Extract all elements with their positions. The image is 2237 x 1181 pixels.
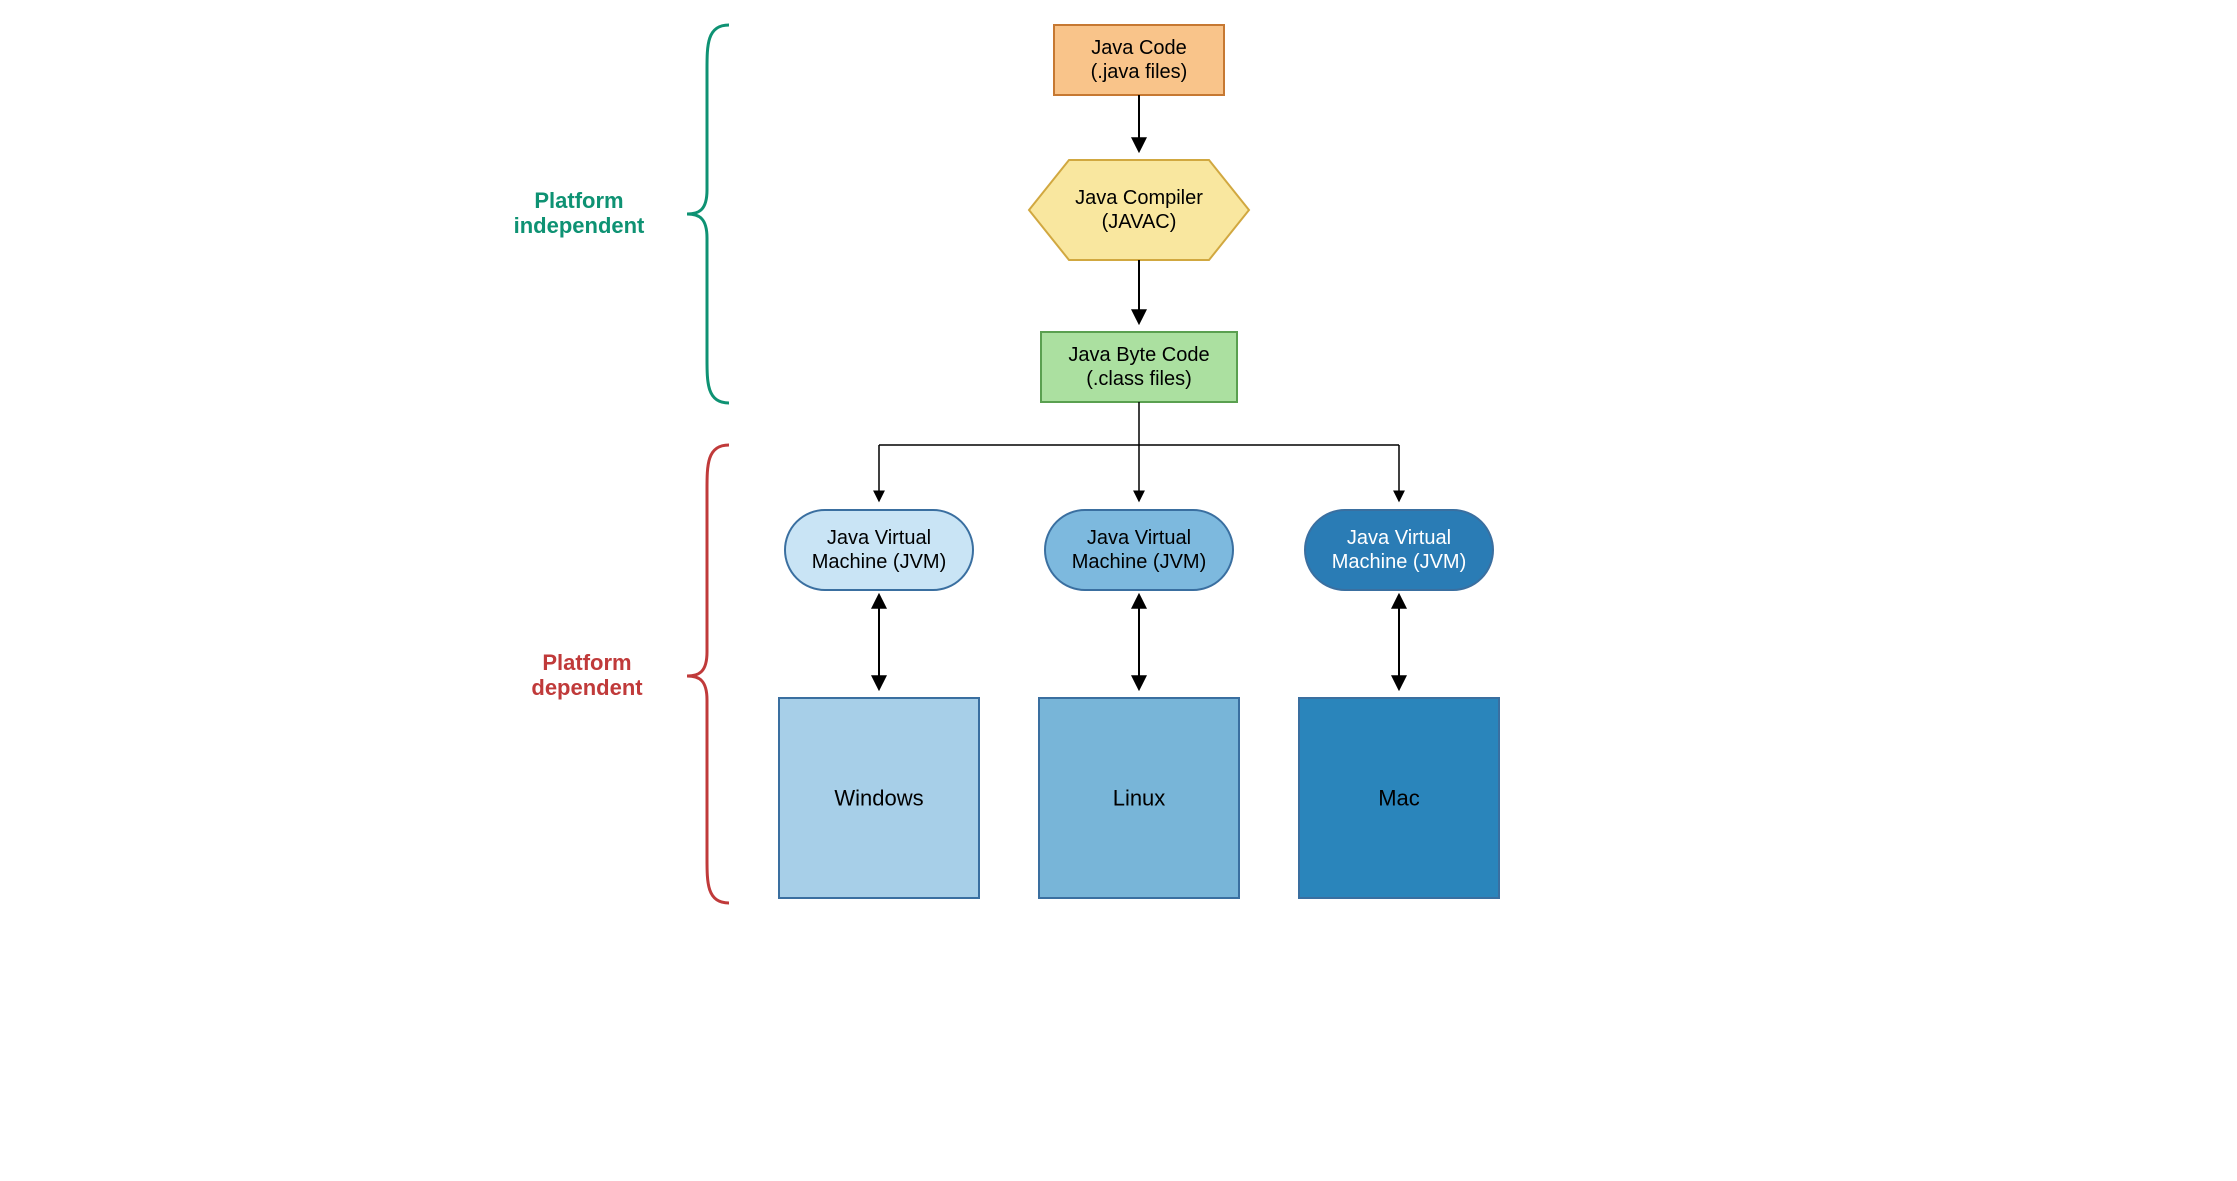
platform-dependent-label-1: Platform <box>542 650 631 675</box>
jvm1-label-1: Java Virtual <box>826 527 930 549</box>
jvm3-label-2: Machine (JVM) <box>1331 551 1465 573</box>
os2-label: Linux <box>1112 786 1165 811</box>
jvm1-label-2: Machine (JVM) <box>811 551 945 573</box>
platform-dependent-label-2: dependent <box>531 675 643 700</box>
jvm-windows-node: Java Virtual Machine (JVM) <box>785 510 973 590</box>
platform-independent-label-2: independent <box>513 213 644 238</box>
os1-label: Windows <box>834 786 923 811</box>
java-platform-diagram: Java Code (.java files) Java Compiler (J… <box>369 0 1869 1080</box>
bytecode-fork <box>879 402 1399 500</box>
jvm2-label-1: Java Virtual <box>1086 527 1190 549</box>
jvm3-label-1: Java Virtual <box>1346 527 1450 549</box>
java-code-label-1: Java Code <box>1091 37 1187 59</box>
jvm-mac-node: Java Virtual Machine (JVM) <box>1305 510 1493 590</box>
jvm-linux-node: Java Virtual Machine (JVM) <box>1045 510 1233 590</box>
java-code-label-2: (.java files) <box>1090 61 1187 83</box>
javac-label-1: Java Compiler <box>1075 187 1203 209</box>
jvm2-label-2: Machine (JVM) <box>1071 551 1205 573</box>
java-code-node: Java Code (.java files) <box>1054 25 1224 95</box>
platform-independent-brace: Platform independent <box>513 25 728 403</box>
bytecode-node: Java Byte Code (.class files) <box>1041 332 1237 402</box>
os3-label: Mac <box>1378 786 1420 811</box>
javac-label-2: (JAVAC) <box>1101 211 1176 233</box>
java-compiler-node: Java Compiler (JAVAC) <box>1029 160 1249 260</box>
windows-os-node: Windows <box>779 698 979 898</box>
platform-independent-label-1: Platform <box>534 188 623 213</box>
bytecode-label-1: Java Byte Code <box>1068 344 1209 366</box>
mac-os-node: Mac <box>1299 698 1499 898</box>
bytecode-label-2: (.class files) <box>1086 368 1192 390</box>
platform-dependent-brace: Platform dependent <box>531 445 729 903</box>
linux-os-node: Linux <box>1039 698 1239 898</box>
